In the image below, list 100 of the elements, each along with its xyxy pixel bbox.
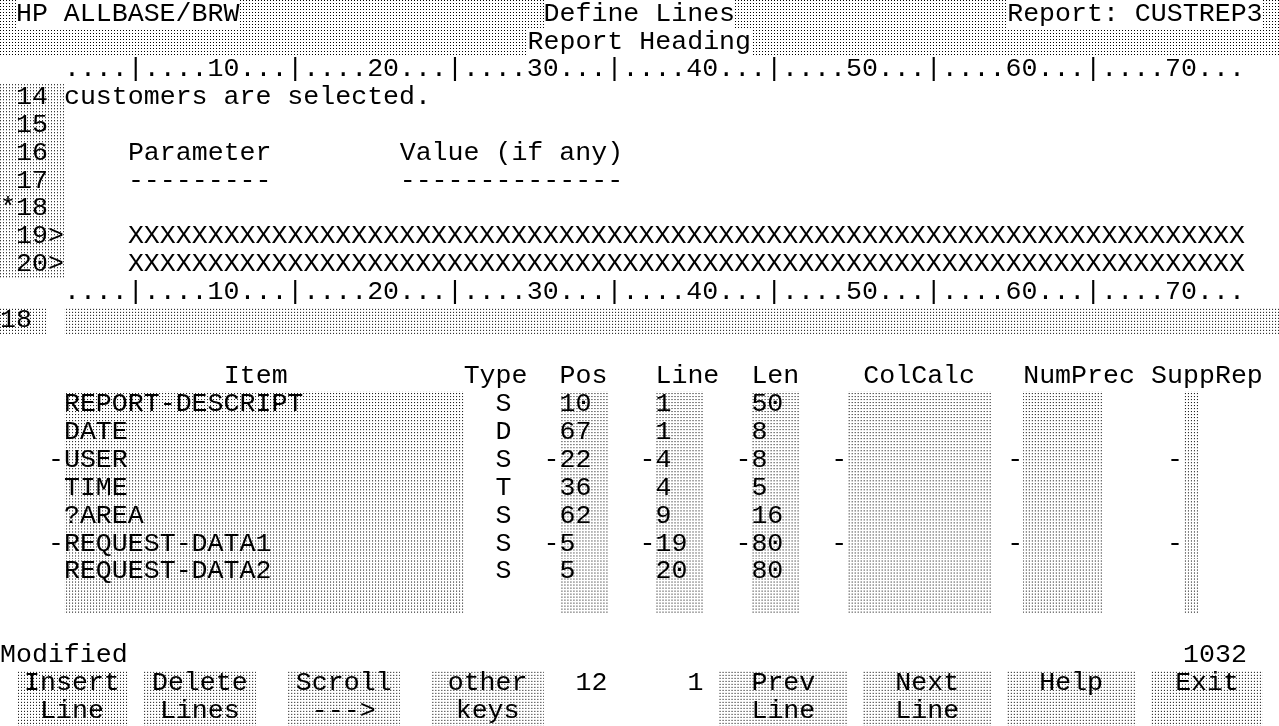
section-title: Report Heading [527,27,751,56]
table-cell[interactable]: REQUEST-DATA1 [63,530,464,559]
table-cell[interactable] [1183,418,1200,447]
table-cell[interactable]: 50 [751,390,800,419]
line-number: 17 [16,167,48,196]
table-cell[interactable]: 4 [655,446,704,475]
column-header: Item [223,363,288,391]
row-prefix-label: - [639,446,656,475]
table-cell[interactable] [1183,502,1200,531]
table-cell[interactable]: ?AREA [63,502,464,531]
table-cell: S [495,530,512,559]
status-number: 12 [575,670,608,699]
table-cell[interactable]: 1 [655,390,704,419]
table-cell[interactable]: 8 [751,418,800,447]
status-number: 1032 [1183,642,1247,671]
table-cell[interactable] [655,586,704,615]
table-cell[interactable] [847,474,992,503]
line-number: *18 [0,195,48,224]
table-cell[interactable] [1023,446,1104,475]
table-cell[interactable]: 8 [751,446,800,475]
row-prefix-label: - [47,446,64,475]
table-cell[interactable]: REQUEST-DATA2 [63,558,464,587]
table-cell[interactable]: 36 [559,474,608,503]
line-number: 18 [0,307,48,336]
table-cell: S [495,390,512,419]
table-cell[interactable] [1023,558,1104,587]
softkey-button[interactable]: Prev Line [719,670,848,726]
table-cell[interactable] [847,586,992,615]
table-cell[interactable]: 1 [655,418,704,447]
table-cell[interactable]: 80 [751,530,800,559]
row-prefix-label: - [543,530,560,559]
line-marker: > [47,223,64,252]
line-number: 20 [16,251,48,280]
table-cell[interactable] [1183,586,1200,615]
table-cell[interactable] [847,418,992,447]
table-cell[interactable] [1023,586,1104,615]
line-text: Parameter [127,139,272,168]
table-cell[interactable] [1183,558,1200,587]
table-cell[interactable] [1023,474,1104,503]
row-prefix-label: - [47,530,64,559]
table-cell[interactable] [847,390,992,419]
softkey-button[interactable]: Exit [1151,670,1263,726]
row-prefix-label: - [639,530,656,559]
table-cell[interactable] [1023,418,1104,447]
product-name: HP ALLBASE/BRW [16,0,240,28]
table-cell[interactable] [847,558,992,587]
table-cell[interactable]: 16 [751,502,800,531]
table-cell[interactable]: 5 [751,474,800,503]
table-cell[interactable] [63,586,464,615]
softkey-button[interactable]: Scroll ---> [287,670,400,726]
table-cell[interactable]: 19 [655,530,704,559]
column-header: Pos [559,363,608,391]
table-cell[interactable] [1183,446,1200,475]
table-cell[interactable]: REPORT-DESCRIPT [63,390,464,419]
line-text: XXXXXXXXXXXXXXXXXXXXXXXXXXXXXXXXXXXXXXXXXXXXXXXXXXXXXXXXXXXXXXXXXXXXXX [127,223,1245,252]
table-cell[interactable] [1023,390,1104,419]
table-cell[interactable] [1183,390,1200,419]
line-text: -------------- [399,167,624,196]
table-cell[interactable]: 62 [559,502,608,531]
row-prefix-label: - [831,446,848,475]
softkey-button[interactable]: Help [1007,670,1136,726]
table-cell[interactable]: DATE [63,418,464,447]
row-prefix-label: - [831,530,848,559]
line-number: 14 [16,83,48,112]
row-prefix-label: - [1007,446,1024,475]
table-cell[interactable] [1023,530,1104,559]
row-prefix-label: - [735,446,752,475]
table-cell[interactable]: 9 [655,502,704,531]
column-header: ColCalc [863,363,976,391]
table-cell[interactable] [1183,530,1200,559]
table-cell[interactable]: 80 [751,558,800,587]
table-cell[interactable]: 5 [559,530,608,559]
softkey-button[interactable]: Delete Lines [143,670,256,726]
table-cell[interactable]: USER [63,446,464,475]
line-marker: > [47,251,64,280]
softkey-button[interactable]: Insert Line [16,670,128,726]
line-edit-field[interactable] [63,307,1279,336]
table-cell: S [495,558,512,587]
status-number: 1 [687,670,704,699]
table-cell[interactable] [751,586,800,615]
table-cell[interactable]: TIME [63,474,464,503]
table-cell[interactable] [847,502,992,531]
table-cell[interactable] [1183,474,1200,503]
table-cell[interactable]: 10 [559,390,608,419]
table-cell[interactable]: 4 [655,474,704,503]
softkey-button[interactable]: other keys [431,670,544,726]
table-cell[interactable]: 20 [655,558,704,587]
table-cell[interactable]: 67 [559,418,608,447]
table-cell[interactable] [847,530,992,559]
column-header: SuppRep [1151,363,1263,391]
table-cell[interactable] [847,446,992,475]
column-header: NumPrec [1023,363,1135,391]
table-cell[interactable]: 22 [559,446,608,475]
column-header: Type [463,363,528,391]
table-cell[interactable] [559,586,608,615]
status-message: Modified [0,642,128,671]
softkey-button[interactable]: Next Line [863,670,992,726]
line-text: Value (if any) [399,139,624,168]
table-cell[interactable]: 5 [559,558,608,587]
table-cell[interactable] [1023,502,1104,531]
